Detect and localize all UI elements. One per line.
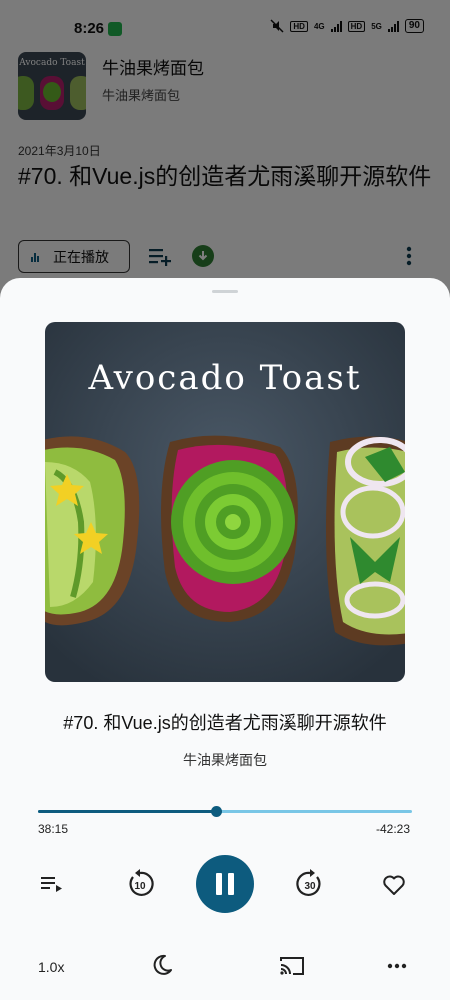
now-playing-title: #70. 和Vue.js的创造者尤雨溪聊开源软件 [63,713,387,733]
progress-fill [38,810,216,813]
pause-icon [216,873,222,895]
elapsed-time: 38:15 [38,822,69,836]
progress-thumb[interactable] [211,806,222,817]
cover-title: Avocado Toast [88,358,362,398]
queue-icon[interactable] [40,874,64,894]
playback-speed-button[interactable]: 1.0x [38,959,64,975]
remaining-time: -42:23 [375,822,410,836]
now-playing-podcast[interactable]: 牛油果烤面包 [0,750,450,770]
progress-slider[interactable] [38,806,412,817]
now-playing-sheet: Avocado Toast #70. 和Vue.js的创造者尤雨溪聊开源软件 牛… [0,278,450,1000]
cast-icon[interactable] [279,955,305,977]
rewind-seconds: 10 [134,880,146,892]
forward-seconds: 30 [304,880,316,892]
more-horizontal-icon[interactable] [387,963,407,969]
pause-button[interactable] [196,855,254,913]
drag-handle[interactable] [212,290,238,293]
episode-cover-art: Avocado Toast [45,322,405,682]
replay-10-icon[interactable]: 10 [124,868,156,900]
heart-icon[interactable] [382,874,406,896]
forward-30-icon[interactable]: 30 [294,868,326,900]
moon-icon[interactable] [150,953,174,977]
